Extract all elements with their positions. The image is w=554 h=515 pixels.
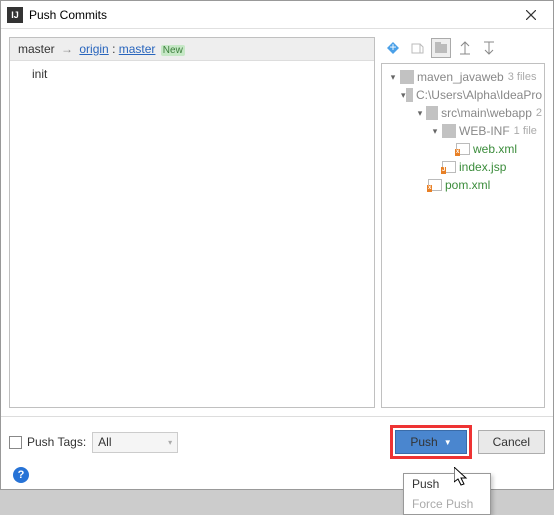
arrow-icon: → — [61, 42, 73, 56]
folder-icon — [426, 106, 438, 120]
expand-all-icon[interactable] — [455, 38, 475, 58]
chevron-down-icon[interactable]: ▾ — [428, 126, 442, 137]
cancel-button-label: Cancel — [493, 435, 530, 449]
tree-path-label: C:\Users\Alpha\IdeaPro — [416, 88, 542, 102]
push-tags-label: Push Tags: — [27, 435, 86, 449]
tree-webapp[interactable]: ▾ src\main\webapp 2 — [384, 104, 542, 122]
folder-icon — [442, 124, 456, 138]
push-tags-combo[interactable]: All ▾ — [92, 432, 178, 453]
file-tree[interactable]: ▾ maven_javaweb 3 files ▾ C:\Users\Alpha… — [381, 63, 545, 408]
file-label: web.xml — [473, 142, 517, 156]
chevron-down-icon: ▼ — [444, 438, 452, 447]
remote-branch-link[interactable]: master — [119, 42, 156, 56]
file-icon: J — [442, 161, 456, 173]
folder-icon — [400, 70, 414, 84]
new-badge: New — [161, 45, 185, 56]
collapse-all-icon[interactable] — [479, 38, 499, 58]
combo-value: All — [98, 435, 111, 449]
chevron-down-icon[interactable]: ▾ — [414, 108, 426, 119]
window-title: Push Commits — [29, 8, 515, 22]
tree-file-webxml[interactable]: x web.xml — [384, 140, 542, 158]
bottom-bar: Push Tags: All ▾ Push ▼ Cancel — [1, 416, 553, 467]
button-area: Push ▼ Cancel — [390, 425, 545, 459]
tree-webinf[interactable]: ▾ WEB-INF 1 file — [384, 122, 542, 140]
file-label: index.jsp — [459, 160, 506, 174]
highlight-box: Push ▼ — [390, 425, 471, 459]
folder-icon — [406, 88, 412, 102]
app-icon: IJ — [7, 7, 23, 23]
file-icon: x — [428, 179, 442, 191]
help-icon[interactable]: ? — [13, 467, 29, 483]
file-icon: x — [456, 143, 470, 155]
tree-file-pomxml[interactable]: x pom.xml — [384, 176, 542, 194]
push-commits-dialog: IJ Push Commits master → origin : master… — [0, 0, 554, 490]
push-button-label: Push — [410, 435, 437, 449]
local-branch: master — [18, 42, 55, 56]
cancel-button[interactable]: Cancel — [478, 430, 545, 454]
revert-icon[interactable] — [407, 38, 427, 58]
tree-webinf-hint: 1 file — [514, 125, 537, 137]
close-button[interactable] — [515, 3, 547, 27]
tree-path[interactable]: ▾ C:\Users\Alpha\IdeaPro — [384, 86, 542, 104]
dropdown-push[interactable]: Push — [404, 474, 490, 494]
commit-item[interactable]: init — [10, 65, 374, 83]
push-tags-checkbox[interactable] — [9, 436, 22, 449]
colon: : — [112, 42, 119, 56]
dropdown-force-push: Force Push — [404, 494, 490, 514]
show-diff-icon[interactable]: + — [383, 38, 403, 58]
tree-root-label: maven_javaweb — [417, 70, 504, 84]
titlebar: IJ Push Commits — [1, 1, 553, 29]
commits-list: init — [10, 61, 374, 407]
right-side: + ▾ maven_javaweb 3 files ▾ C:\Users\Alp… — [381, 37, 545, 408]
remote-link[interactable]: origin — [79, 42, 108, 56]
tree-toolbar: + — [381, 37, 545, 59]
tree-root-hint: 3 files — [508, 71, 537, 83]
svg-text:+: + — [389, 41, 396, 54]
chevron-down-icon: ▾ — [168, 438, 172, 447]
tree-webapp-hint: 2 — [536, 107, 542, 119]
commits-panel: master → origin : master New init — [9, 37, 375, 408]
tree-webapp-label: src\main\webapp — [441, 106, 532, 120]
tree-file-indexjsp[interactable]: J index.jsp — [384, 158, 542, 176]
content-area: master → origin : master New init + — [1, 29, 553, 416]
tree-root[interactable]: ▾ maven_javaweb 3 files — [384, 68, 542, 86]
push-dropdown: Push Force Push — [403, 473, 491, 515]
chevron-down-icon[interactable]: ▾ — [386, 72, 400, 83]
tree-webinf-label: WEB-INF — [459, 124, 510, 138]
file-label: pom.xml — [445, 178, 490, 192]
branch-row[interactable]: master → origin : master New — [10, 38, 374, 61]
group-by-directory-icon[interactable] — [431, 38, 451, 58]
push-button[interactable]: Push ▼ — [395, 430, 466, 454]
